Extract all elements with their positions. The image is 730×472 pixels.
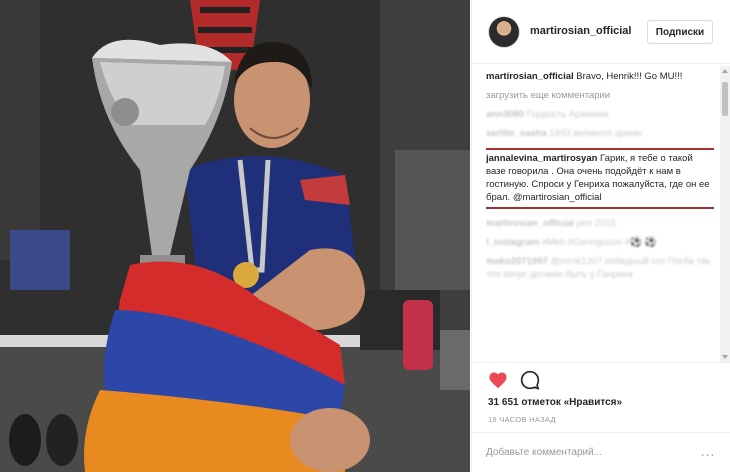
comment-username[interactable]: serlito_sasha: [486, 128, 547, 139]
post-timestamp: 19 ЧАСОВ НАЗАД: [488, 415, 556, 424]
add-comment-input[interactable]: [486, 442, 686, 462]
header-username[interactable]: martirosian_official: [530, 25, 631, 37]
highlighted-comment: jannalevina_martirosyan Гарик, я тебе о …: [486, 148, 714, 209]
comment-item: l_instagram #Mkh #Genrigsoon #⚽ ⚽: [486, 236, 714, 249]
comment-text: pen 2015: [573, 218, 616, 229]
photo-illustration: [0, 0, 470, 472]
comment-text: Гордость Армении: [524, 109, 609, 120]
comment-bubble-icon[interactable]: [520, 370, 540, 390]
comment-username[interactable]: ann3080: [486, 109, 524, 120]
comment-username[interactable]: mako2071997: [486, 256, 548, 267]
add-comment-bar: ...: [472, 432, 730, 472]
instagram-post: martirosian_official Подписки martirosia…: [0, 0, 730, 472]
post-sidebar: martirosian_official Подписки martirosia…: [471, 0, 730, 472]
post-header: martirosian_official Подписки: [472, 0, 730, 64]
comment-username[interactable]: jannalevina_martirosyan: [486, 153, 597, 164]
more-options-button[interactable]: ...: [698, 443, 718, 461]
comment-text: 1993 великого армян: [546, 128, 643, 139]
comments-list: martirosian_official Bravo, Henrik!!! Go…: [486, 70, 714, 360]
comment-item: serlito_sasha 1993 великого армян: [486, 127, 714, 140]
heart-icon[interactable]: [488, 371, 508, 389]
post-caption: martirosian_official Bravo, Henrik!!! Go…: [486, 70, 714, 83]
comment-username[interactable]: martirosian_official: [486, 218, 574, 229]
avatar[interactable]: [488, 16, 520, 48]
subscribe-button[interactable]: Подписки: [647, 20, 713, 44]
scrollbar-thumb[interactable]: [722, 82, 728, 116]
scroll-down-arrow-icon[interactable]: [722, 355, 728, 359]
comment-item: martirosian_official pen 2015: [486, 217, 714, 230]
caption-text: Bravo, Henrik!!! Go MU!!!: [573, 71, 683, 82]
scroll-up-arrow-icon[interactable]: [722, 69, 728, 73]
post-actions: 31 651 отметок «Нравится» 19 ЧАСОВ НАЗАД: [472, 362, 730, 432]
likes-count[interactable]: 31 651 отметок «Нравится»: [488, 397, 622, 408]
load-more-comments-link[interactable]: загрузить еще комментарии: [486, 89, 714, 102]
comment-item: mako2071997 @mrrik1207 победный гол Погб…: [486, 255, 714, 281]
comments-scrollbar[interactable]: [720, 66, 730, 362]
comment-item: ann3080 Гордость Армении: [486, 108, 714, 121]
comment-text: #Mkh #Genrigsoon #⚽ ⚽: [539, 237, 657, 248]
caption-username[interactable]: martirosian_official: [486, 71, 574, 82]
comment-username[interactable]: l_instagram: [486, 237, 539, 248]
post-photo[interactable]: [0, 0, 470, 472]
